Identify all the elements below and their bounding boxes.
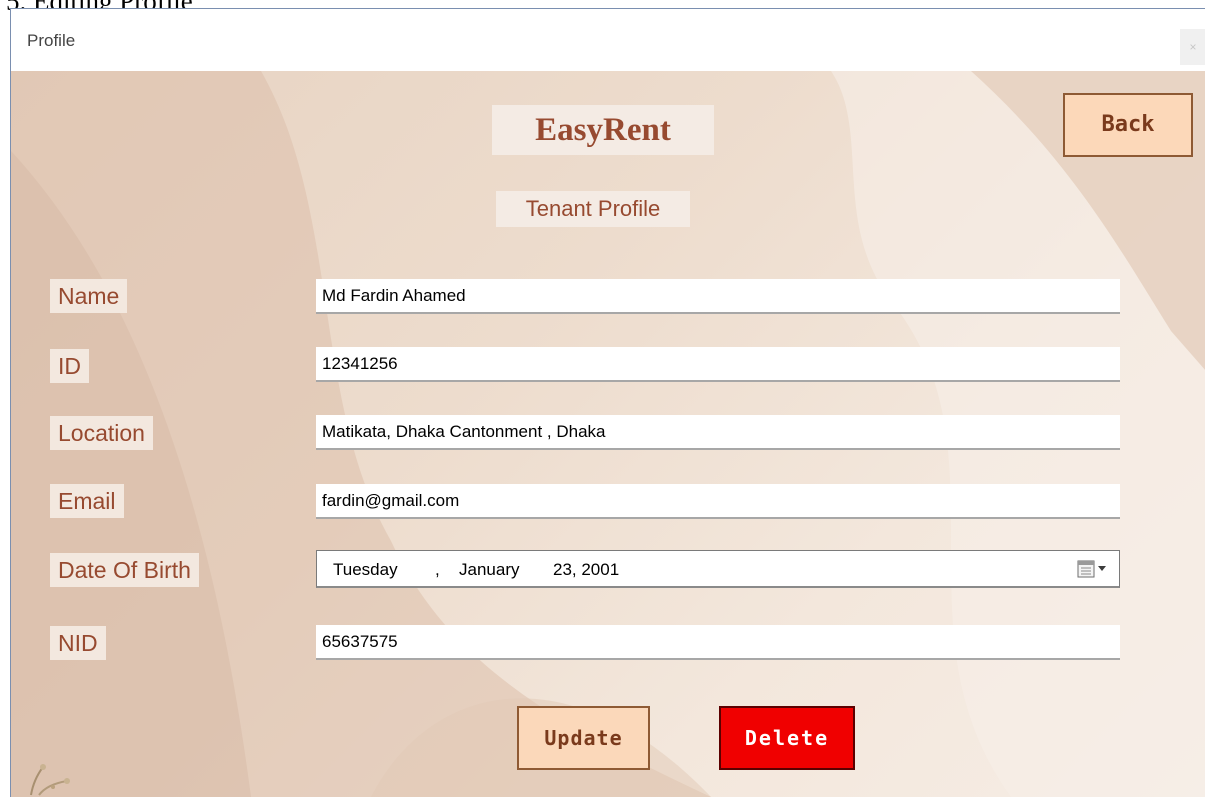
app-title: EasyRent (492, 105, 714, 155)
dob-weekday: Tuesday (333, 560, 398, 579)
update-button[interactable]: Update (517, 706, 650, 770)
name-label: Name (50, 279, 128, 313)
page-subtitle: Tenant Profile (496, 191, 690, 227)
dob-day-year: 23, 2001 (553, 560, 620, 579)
nid-input[interactable] (316, 625, 1120, 660)
location-label: Location (50, 416, 153, 450)
back-button[interactable]: Back (1063, 93, 1193, 157)
date-of-birth-picker[interactable]: Tuesday , January 23, 2001 (316, 550, 1120, 588)
close-icon[interactable]: × (1180, 29, 1205, 65)
id-input[interactable] (316, 347, 1120, 382)
calendar-dropdown-icon[interactable] (1077, 560, 1109, 578)
title-bar: Profile × (11, 9, 1205, 72)
dob-comma: , (435, 560, 440, 579)
profile-window: Profile × EasyRent Tenant Profile Back N… (10, 8, 1205, 797)
email-input[interactable] (316, 484, 1120, 519)
delete-button[interactable]: Delete (719, 706, 855, 770)
id-label: ID (50, 349, 89, 383)
floral-decoration-icon (30, 764, 70, 796)
name-input[interactable] (316, 279, 1120, 314)
dob-month: January (459, 560, 520, 579)
email-label: Email (50, 484, 124, 518)
profile-form: EasyRent Tenant Profile Back Name ID Loc… (11, 71, 1205, 797)
window-title: Profile (27, 31, 76, 50)
date-of-birth-label: Date Of Birth (50, 553, 199, 587)
nid-label: NID (50, 626, 106, 660)
location-input[interactable] (316, 415, 1120, 450)
